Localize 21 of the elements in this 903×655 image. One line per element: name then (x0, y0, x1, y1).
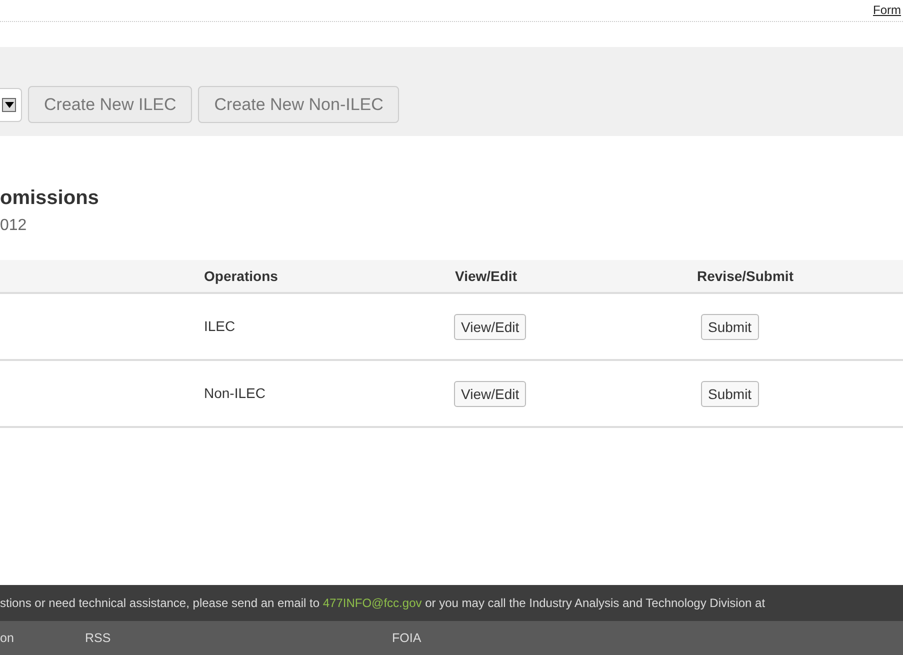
submit-button[interactable]: Submit (701, 314, 759, 340)
page-subtitle: 012 (0, 216, 28, 236)
footer-link[interactable]: RSS (85, 628, 111, 648)
email-link[interactable]: 477INFO@fcc.gov (322, 596, 422, 610)
form-link[interactable]: Form (873, 0, 901, 19)
create-button[interactable]: Create New ILEC (28, 86, 192, 124)
view-edit-button[interactable]: View/Edit (454, 314, 526, 340)
column-header: View/Edit (455, 268, 517, 284)
caret-icon (4, 102, 14, 108)
footer-link[interactable]: on (0, 628, 14, 648)
column-header: Revise/Submit (697, 268, 794, 284)
column-header: Operations (204, 268, 278, 284)
footer-link[interactable]: FOIA (392, 628, 422, 648)
page-heading: omissions (0, 186, 100, 210)
footer-notice: stions or need technical assistance, please send an email to 477INFO@fcc.gov or you may call the Industry Analysis and Technology Division at (0, 595, 766, 612)
operation-cell: ILEC (204, 318, 236, 334)
create-button[interactable]: Create New Non-ILEC (198, 86, 400, 124)
dropdown-select[interactable] (0, 88, 22, 122)
view-edit-button[interactable]: View/Edit (454, 380, 526, 406)
operation-cell: Non-ILEC (204, 385, 266, 401)
submit-button[interactable]: Submit (701, 380, 759, 406)
